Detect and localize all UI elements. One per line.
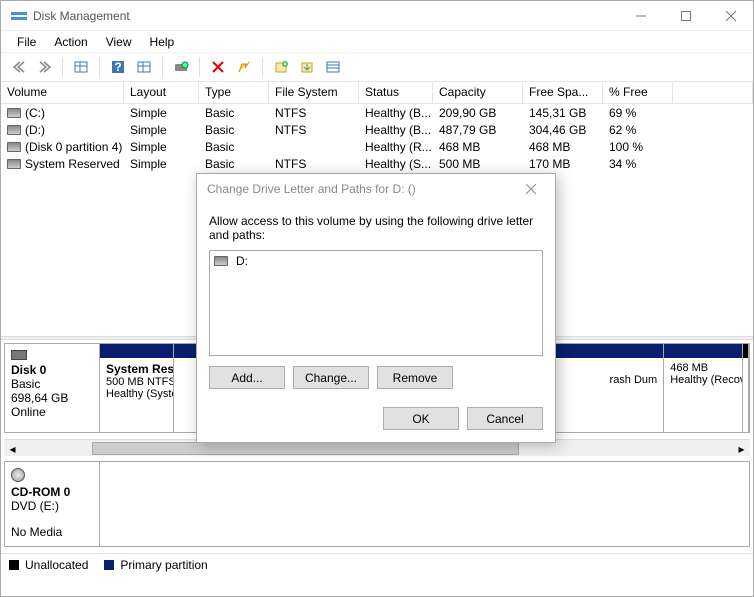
drive-icon <box>7 108 21 118</box>
new-partition-icon[interactable] <box>270 56 292 78</box>
forward-button[interactable] <box>33 56 55 78</box>
disk-0-header: Disk 0 Basic 698,64 GB Online <box>5 344 100 432</box>
menu-file[interactable]: File <box>9 33 44 51</box>
dialog-listbox[interactable]: D: <box>209 250 543 356</box>
menu-action[interactable]: Action <box>46 33 95 51</box>
cdrom-row[interactable]: CD-ROM 0 DVD (E:) No Media <box>4 461 750 547</box>
drive-icon <box>214 256 228 266</box>
legend-primary: Primary partition <box>120 558 207 572</box>
disk-management-icon <box>11 10 27 22</box>
legend-swatch-primary <box>104 560 114 570</box>
dialog-close-button[interactable] <box>511 175 551 203</box>
menu-help[interactable]: Help <box>142 33 183 51</box>
change-drive-letter-dialog: Change Drive Letter and Paths for D: () … <box>196 173 556 443</box>
volume-list[interactable]: (C:)SimpleBasicNTFSHealthy (B...209,90 G… <box>1 104 753 172</box>
legend-swatch-unallocated <box>9 560 19 570</box>
partition[interactable]: 468 MBHealthy (Recove <box>664 344 743 432</box>
menubar: File Action View Help <box>1 31 753 52</box>
minimize-button[interactable] <box>618 1 663 31</box>
svg-text:?: ? <box>114 60 121 74</box>
legend-unallocated: Unallocated <box>25 558 88 572</box>
menu-view[interactable]: View <box>98 33 140 51</box>
table-row[interactable]: System ReservedSimpleBasicNTFSHealthy (S… <box>1 155 753 172</box>
dialog-instruction: Allow access to this volume by using the… <box>209 214 543 242</box>
col-layout[interactable]: Layout <box>124 82 199 103</box>
cdrom-header: CD-ROM 0 DVD (E:) No Media <box>5 462 100 546</box>
legend: Unallocated Primary partition <box>1 553 753 575</box>
maximize-button[interactable] <box>663 1 708 31</box>
titlebar: Disk Management <box>1 1 753 31</box>
col-fs[interactable]: File System <box>269 82 359 103</box>
col-free[interactable]: Free Spa... <box>523 82 603 103</box>
dialog-title: Change Drive Letter and Paths for D: () <box>207 182 416 196</box>
cancel-button[interactable]: Cancel <box>467 407 543 430</box>
change-button[interactable]: Change... <box>293 366 369 389</box>
col-volume[interactable]: Volume <box>1 82 124 103</box>
drive-icon <box>7 142 21 152</box>
col-status[interactable]: Status <box>359 82 433 103</box>
toolbar: ? <box>1 52 753 82</box>
drive-letter-entry[interactable]: D: <box>214 254 538 268</box>
table-row[interactable]: (C:)SimpleBasicNTFSHealthy (B...209,90 G… <box>1 104 753 121</box>
refresh-button[interactable] <box>170 56 192 78</box>
ok-button[interactable]: OK <box>383 407 459 430</box>
drive-icon <box>7 125 21 135</box>
table-row[interactable]: (Disk 0 partition 4)SimpleBasicHealthy (… <box>1 138 753 155</box>
close-button[interactable] <box>708 1 753 31</box>
delete-icon[interactable] <box>207 56 229 78</box>
mount-icon[interactable] <box>296 56 318 78</box>
drive-icon <box>7 159 21 169</box>
col-capacity[interactable]: Capacity <box>433 82 523 103</box>
settings-button[interactable] <box>133 56 155 78</box>
window-title: Disk Management <box>33 9 618 23</box>
table-row[interactable]: (D:)SimpleBasicNTFSHealthy (B...487,79 G… <box>1 121 753 138</box>
add-button[interactable]: Add... <box>209 366 285 389</box>
remove-button[interactable]: Remove <box>377 366 453 389</box>
col-type[interactable]: Type <box>199 82 269 103</box>
properties-icon[interactable] <box>233 56 255 78</box>
help-icon[interactable]: ? <box>107 56 129 78</box>
back-button[interactable] <box>7 56 29 78</box>
list-view-icon[interactable] <box>322 56 344 78</box>
unallocated-space[interactable] <box>743 344 749 432</box>
disk-icon <box>11 350 27 360</box>
volume-list-header: Volume Layout Type File System Status Ca… <box>1 82 753 104</box>
col-pct[interactable]: % Free <box>603 82 673 103</box>
show-hide-button[interactable] <box>70 56 92 78</box>
cdrom-icon <box>11 468 25 482</box>
partition[interactable]: System Reser500 MB NTFSHealthy (Syste <box>100 344 174 432</box>
